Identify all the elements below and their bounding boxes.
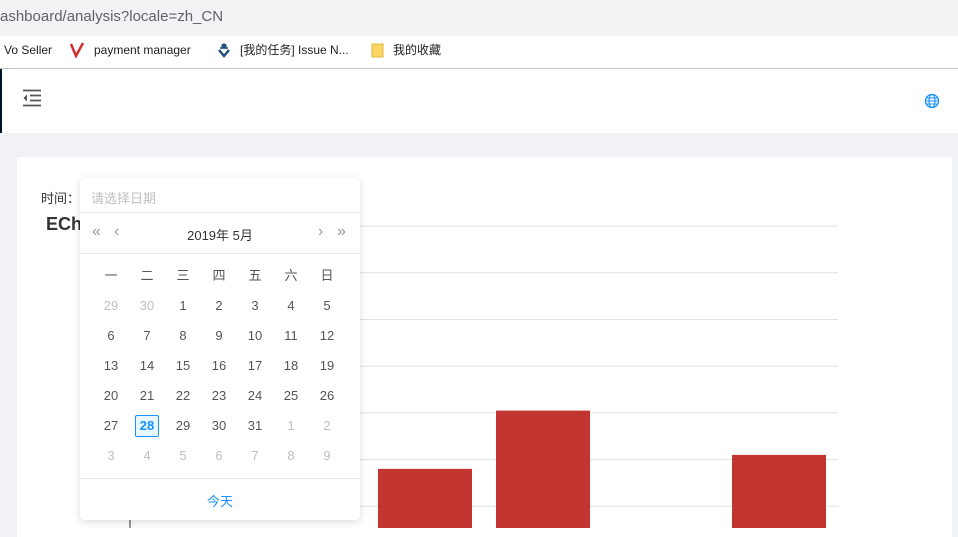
day-cell[interactable]: 29 xyxy=(99,295,123,317)
v-logo-icon xyxy=(70,42,84,58)
day-cell[interactable]: 5 xyxy=(171,445,195,467)
weekday-header: 二 xyxy=(140,268,154,283)
day-cell[interactable]: 23 xyxy=(207,385,231,407)
day-cell[interactable]: 13 xyxy=(99,355,123,377)
day-cell[interactable]: 4 xyxy=(279,295,303,317)
day-cell[interactable]: 7 xyxy=(243,445,267,467)
day-cell[interactable]: 21 xyxy=(135,385,159,407)
weekday-header: 日 xyxy=(320,268,334,283)
day-cell[interactable]: 22 xyxy=(171,385,195,407)
day-cell[interactable]: 11 xyxy=(279,325,303,347)
day-cell[interactable]: 27 xyxy=(99,415,123,437)
next-year-button[interactable]: » xyxy=(337,223,346,241)
chart-title: ECh xyxy=(46,214,82,234)
date-input-placeholder: 请选择日期 xyxy=(91,191,157,206)
day-cell[interactable]: 6 xyxy=(99,325,123,347)
date-input[interactable]: 请选择日期 xyxy=(80,178,360,213)
day-cell[interactable]: 6 xyxy=(207,445,231,467)
day-cell[interactable]: 16 xyxy=(207,355,231,377)
day-cell[interactable]: 17 xyxy=(243,355,267,377)
bookmark-vo-seller[interactable]: Vo Seller xyxy=(4,42,52,62)
bookmarks-bar: Vo Seller payment manager [我的任务] Issue N… xyxy=(0,36,958,69)
day-cell[interactable]: 8 xyxy=(171,325,195,347)
weekday-header: 三 xyxy=(176,268,190,283)
weekday-header: 六 xyxy=(284,268,298,283)
day-cell[interactable]: 30 xyxy=(207,415,231,437)
bookmark-label: 我的收藏 xyxy=(393,43,442,57)
time-label: 时间： xyxy=(41,192,81,207)
calendar-header: « ‹ 2019年 5月 › » xyxy=(80,213,360,254)
next-month-button[interactable]: › xyxy=(318,223,323,241)
bookmark-label: [我的任务] Issue N... xyxy=(240,43,349,57)
today-button[interactable]: 今天 xyxy=(80,491,360,510)
day-cell[interactable]: 1 xyxy=(171,295,195,317)
bookmark-label: Vo Seller xyxy=(4,43,53,57)
globe-icon[interactable] xyxy=(924,93,940,109)
selected-day-cell[interactable]: 28 xyxy=(135,415,159,437)
calendar-footer: 今天 xyxy=(80,478,360,521)
day-cell[interactable]: 5 xyxy=(315,295,339,317)
folder-icon xyxy=(371,43,384,58)
weekday-header: 四 xyxy=(212,268,226,283)
weekday-header: 一 xyxy=(104,268,118,283)
day-cell[interactable]: 9 xyxy=(315,445,339,467)
day-cell[interactable]: 7 xyxy=(135,325,159,347)
day-cell[interactable]: 14 xyxy=(135,355,159,377)
day-cell[interactable]: 18 xyxy=(279,355,303,377)
day-cell[interactable]: 3 xyxy=(243,295,267,317)
bookmark-label: payment manager xyxy=(94,43,191,57)
day-cell[interactable]: 15 xyxy=(171,355,195,377)
day-cell[interactable]: 2 xyxy=(207,295,231,317)
day-cell[interactable]: 3 xyxy=(99,445,123,467)
jira-icon xyxy=(218,43,230,58)
day-cell[interactable]: 25 xyxy=(279,385,303,407)
day-cell[interactable]: 31 xyxy=(243,415,267,437)
day-cell[interactable]: 30 xyxy=(135,295,159,317)
day-cell[interactable]: 8 xyxy=(279,445,303,467)
url-text: ashboard/analysis?locale=zh_CN xyxy=(0,8,224,25)
day-cell[interactable]: 24 xyxy=(243,385,267,407)
day-cell[interactable]: 20 xyxy=(99,385,123,407)
day-cell[interactable]: 2 xyxy=(315,415,339,437)
app-header xyxy=(0,69,958,133)
date-picker-dropdown: 请选择日期 « ‹ 2019年 5月 › » 一二三四五六日 29 30 1 2 3 4 5 6… xyxy=(80,178,360,520)
day-cell[interactable]: 1 xyxy=(279,415,303,437)
day-cell[interactable]: 10 xyxy=(243,325,267,347)
menu-fold-icon[interactable] xyxy=(22,89,42,107)
address-bar[interactable]: ashboard/analysis?locale=zh_CN xyxy=(0,0,958,36)
day-cell[interactable]: 29 xyxy=(171,415,195,437)
day-cell[interactable]: 12 xyxy=(315,325,339,347)
day-cell[interactable]: 4 xyxy=(135,445,159,467)
day-cell[interactable]: 19 xyxy=(315,355,339,377)
day-cell[interactable]: 26 xyxy=(315,385,339,407)
weekday-header: 五 xyxy=(248,268,262,283)
day-cell[interactable]: 9 xyxy=(207,325,231,347)
